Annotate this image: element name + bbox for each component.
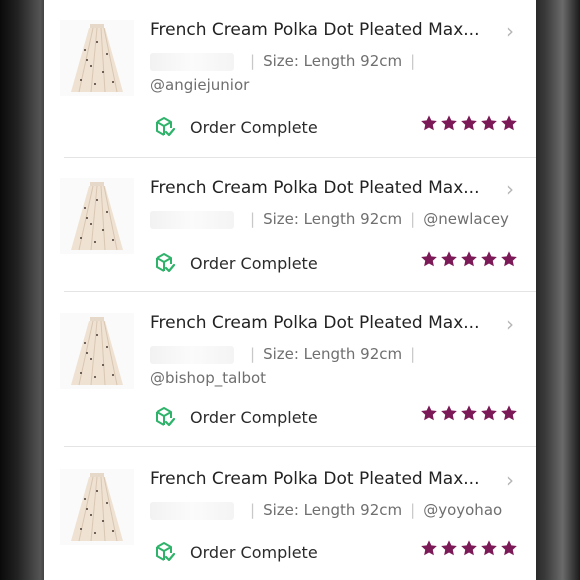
- product-title[interactable]: French Cream Polka Dot Pleated Max...: [150, 20, 490, 40]
- skirt-thumbnail-icon[interactable]: [60, 313, 134, 389]
- star-icon: [501, 405, 517, 421]
- package-check-icon: [154, 252, 176, 274]
- size-label: Size: Length 92cm: [263, 345, 403, 363]
- product-title[interactable]: French Cream Polka Dot Pleated Max...: [150, 313, 490, 333]
- order-status: Order Complete: [154, 251, 318, 275]
- rating-stars: [420, 404, 518, 422]
- redacted-text: [150, 52, 234, 71]
- row-divider: [64, 446, 536, 447]
- order-status: Order Complete: [154, 405, 318, 429]
- chevron-right-icon[interactable]: ›: [506, 314, 522, 335]
- status-label: Order Complete: [190, 542, 318, 562]
- order-row[interactable]: French Cream Polka Dot Pleated Max... › …: [44, 293, 536, 447]
- star-icon: [461, 251, 477, 267]
- size-label: Size: Length 92cm: [263, 52, 403, 70]
- size-label: Size: Length 92cm: [263, 210, 403, 228]
- skirt-thumbnail-icon[interactable]: [60, 178, 134, 254]
- skirt-thumbnail-icon[interactable]: [60, 20, 134, 96]
- star-icon: [481, 405, 497, 421]
- order-meta: | Size: Length 92cm | @yoyohao: [150, 501, 530, 523]
- order-meta: | Size: Length 92cm |: [150, 345, 530, 367]
- star-icon: [461, 540, 477, 556]
- order-status: Order Complete: [154, 540, 318, 564]
- star-icon: [481, 251, 497, 267]
- status-label: Order Complete: [190, 117, 318, 137]
- star-icon: [421, 540, 437, 556]
- rating-stars: [420, 250, 518, 268]
- buyer-username[interactable]: @angiejunior: [150, 76, 249, 94]
- rating-stars: [420, 114, 518, 132]
- redacted-text: [150, 501, 234, 520]
- star-icon: [441, 405, 457, 421]
- order-row[interactable]: French Cream Polka Dot Pleated Max... › …: [44, 449, 536, 580]
- buyer-username[interactable]: @bishop_talbot: [150, 369, 266, 387]
- chevron-right-icon[interactable]: ›: [506, 179, 522, 200]
- product-title[interactable]: French Cream Polka Dot Pleated Max...: [150, 178, 490, 198]
- buyer-username[interactable]: @newlacey: [423, 210, 509, 228]
- star-icon: [441, 540, 457, 556]
- star-icon: [421, 251, 437, 267]
- star-icon: [501, 540, 517, 556]
- package-check-icon: [154, 116, 176, 138]
- package-check-icon: [154, 541, 176, 563]
- star-icon: [481, 540, 497, 556]
- star-icon: [501, 251, 517, 267]
- order-status: Order Complete: [154, 115, 318, 139]
- order-row[interactable]: French Cream Polka Dot Pleated Max... › …: [44, 0, 536, 158]
- order-list: French Cream Polka Dot Pleated Max... › …: [44, 0, 536, 580]
- chevron-right-icon[interactable]: ›: [506, 470, 522, 491]
- buyer-username[interactable]: @yoyohao: [423, 501, 502, 519]
- redacted-text: [150, 210, 234, 229]
- skirt-thumbnail-icon[interactable]: [60, 469, 134, 545]
- status-label: Order Complete: [190, 407, 318, 427]
- star-icon: [441, 115, 457, 131]
- star-icon: [481, 115, 497, 131]
- package-check-icon: [154, 406, 176, 428]
- star-icon: [421, 405, 437, 421]
- status-label: Order Complete: [190, 253, 318, 273]
- order-row[interactable]: French Cream Polka Dot Pleated Max... › …: [44, 158, 536, 308]
- row-divider: [64, 291, 536, 292]
- order-meta: | Size: Length 92cm |: [150, 52, 530, 74]
- product-title[interactable]: French Cream Polka Dot Pleated Max...: [150, 469, 490, 489]
- redacted-text: [150, 345, 234, 364]
- rating-stars: [420, 539, 518, 557]
- star-icon: [421, 115, 437, 131]
- star-icon: [461, 115, 477, 131]
- star-icon: [501, 115, 517, 131]
- size-label: Size: Length 92cm: [263, 501, 403, 519]
- chevron-right-icon[interactable]: ›: [506, 21, 522, 42]
- star-icon: [461, 405, 477, 421]
- star-icon: [441, 251, 457, 267]
- order-meta: | Size: Length 92cm | @newlacey: [150, 210, 530, 232]
